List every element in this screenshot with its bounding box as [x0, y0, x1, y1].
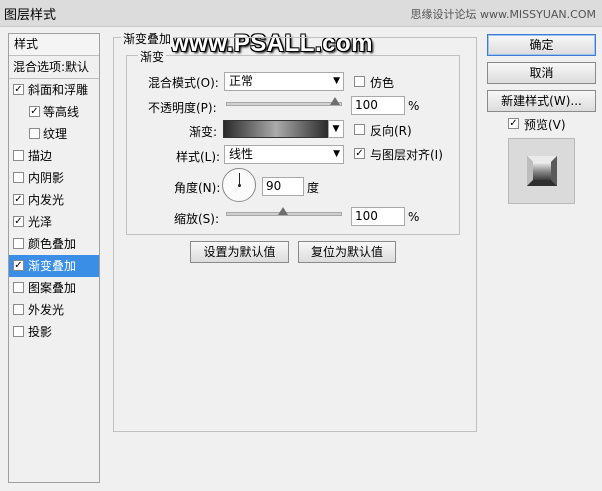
- angle-input[interactable]: 90: [262, 177, 304, 196]
- new-style-button[interactable]: 新建样式(W)...: [487, 90, 596, 112]
- style-item-label: 颜色叠加: [28, 237, 77, 251]
- opacity-input[interactable]: 100: [351, 96, 405, 115]
- chevron-down-icon: ▼: [333, 76, 340, 86]
- style-item[interactable]: ✓ 斜面和浮雕: [9, 79, 99, 101]
- scale-slider[interactable]: [226, 207, 342, 216]
- style-item[interactable]: 外发光: [9, 299, 99, 321]
- gradient-label: 渐变:: [189, 125, 218, 139]
- style-item-checkbox[interactable]: ✓: [13, 84, 24, 95]
- dither-checkbox[interactable]: [354, 76, 365, 87]
- style-item[interactable]: ✓ 光泽: [9, 211, 99, 233]
- blend-options-item[interactable]: 混合选项:默认: [9, 56, 99, 79]
- style-item[interactable]: ✓ 渐变叠加: [9, 255, 99, 277]
- opacity-unit: %: [408, 99, 420, 113]
- style-item[interactable]: ✓ 内发光: [9, 189, 99, 211]
- chevron-down-icon: ▼: [333, 149, 340, 159]
- opacity-slider[interactable]: [226, 97, 342, 106]
- reset-default-button[interactable]: 复位为默认值: [298, 241, 396, 263]
- set-default-button[interactable]: 设置为默认值: [190, 241, 289, 263]
- style-item-checkbox[interactable]: ✓: [13, 194, 24, 205]
- style-select[interactable]: 线性 ▼: [224, 145, 344, 164]
- angle-dial-center: [238, 184, 241, 187]
- styles-header[interactable]: 样式: [9, 34, 99, 56]
- style-item-checkbox[interactable]: [13, 172, 24, 183]
- scale-label: 缩放(S):: [174, 212, 220, 226]
- opacity-label: 不透明度(P):: [148, 101, 217, 115]
- style-item-checkbox[interactable]: ✓: [13, 260, 24, 271]
- watermark-top: 思缘设计论坛 www.MISSYUAN.COM: [410, 8, 596, 21]
- style-item-checkbox[interactable]: [13, 304, 24, 315]
- preview-label: 预览(V): [524, 118, 566, 132]
- style-value: 线性: [229, 147, 254, 161]
- style-item[interactable]: 图案叠加: [9, 277, 99, 299]
- scale-unit: %: [408, 210, 420, 224]
- angle-unit: 度: [307, 181, 320, 195]
- style-item[interactable]: 纹理: [9, 123, 99, 145]
- style-item-label: 投影: [28, 325, 53, 339]
- style-label: 样式(L):: [176, 150, 221, 164]
- angle-dial[interactable]: [222, 168, 256, 202]
- preview-checkbox[interactable]: ✓: [508, 118, 519, 129]
- scale-input[interactable]: 100: [351, 207, 405, 226]
- style-item-label: 外发光: [28, 303, 65, 317]
- style-item-checkbox[interactable]: [13, 282, 24, 293]
- gradient-picker[interactable]: [223, 120, 329, 138]
- style-item-label: 等高线: [43, 105, 80, 119]
- style-item-checkbox[interactable]: [13, 150, 24, 161]
- style-item-label: 内阴影: [28, 171, 65, 185]
- blend-mode-value: 正常: [229, 74, 254, 88]
- style-item-checkbox[interactable]: ✓: [29, 106, 40, 117]
- window-title: 图层样式: [4, 8, 57, 23]
- style-item-label: 内发光: [28, 193, 65, 207]
- style-item-checkbox[interactable]: ✓: [13, 216, 24, 227]
- angle-label: 角度(N):: [174, 181, 221, 195]
- align-layer-checkbox[interactable]: ✓: [354, 148, 365, 159]
- style-item-label: 纹理: [43, 127, 68, 141]
- style-item[interactable]: 颜色叠加: [9, 233, 99, 255]
- blend-mode-select[interactable]: 正常 ▼: [224, 72, 344, 91]
- ok-button[interactable]: 确定: [487, 34, 596, 56]
- subgroup-title: 渐变: [138, 48, 167, 65]
- style-item-checkbox[interactable]: [13, 238, 24, 249]
- style-item[interactable]: 投影: [9, 321, 99, 343]
- reverse-checkbox[interactable]: [354, 124, 365, 135]
- styles-list: 样式 混合选项:默认 ✓ 斜面和浮雕 ✓ 等高线 纹理 描边 内阴影 ✓ 内发光 ✓ 光泽 颜色叠加 ✓…: [8, 33, 100, 483]
- title-bar: 图层样式 思缘设计论坛 www.MISSYUAN.COM: [0, 0, 602, 27]
- cancel-button[interactable]: 取消: [487, 62, 596, 84]
- chevron-down-icon: ▼: [332, 124, 340, 134]
- style-item[interactable]: 描边: [9, 145, 99, 167]
- reverse-label: 反向(R): [370, 124, 412, 138]
- scale-slider-thumb[interactable]: [278, 207, 288, 215]
- style-item[interactable]: ✓ 等高线: [9, 101, 99, 123]
- style-item-checkbox[interactable]: [13, 326, 24, 337]
- style-item-label: 渐变叠加: [28, 259, 77, 273]
- opacity-slider-thumb[interactable]: [330, 97, 340, 105]
- style-item-checkbox[interactable]: [29, 128, 40, 139]
- group-title: 渐变叠加: [121, 30, 174, 47]
- style-item[interactable]: 内阴影: [9, 167, 99, 189]
- style-item-label: 斜面和浮雕: [28, 83, 89, 97]
- style-items: ✓ 斜面和浮雕 ✓ 等高线 纹理 描边 内阴影 ✓ 内发光 ✓ 光泽 颜色叠加 ✓ 渐变叠加 图案叠加 外发光…: [9, 79, 99, 343]
- dither-label: 仿色: [370, 76, 395, 90]
- style-preview-thumbnail: [508, 138, 575, 204]
- align-layer-label: 与图层对齐(I): [370, 148, 443, 162]
- gradient-dropdown-button[interactable]: ▼: [328, 120, 344, 138]
- style-item-label: 图案叠加: [28, 281, 77, 295]
- style-item-label: 光泽: [28, 215, 53, 229]
- blend-mode-label: 混合模式(O):: [148, 76, 219, 90]
- bevel-square-icon: [527, 156, 557, 186]
- style-item-label: 描边: [28, 149, 53, 163]
